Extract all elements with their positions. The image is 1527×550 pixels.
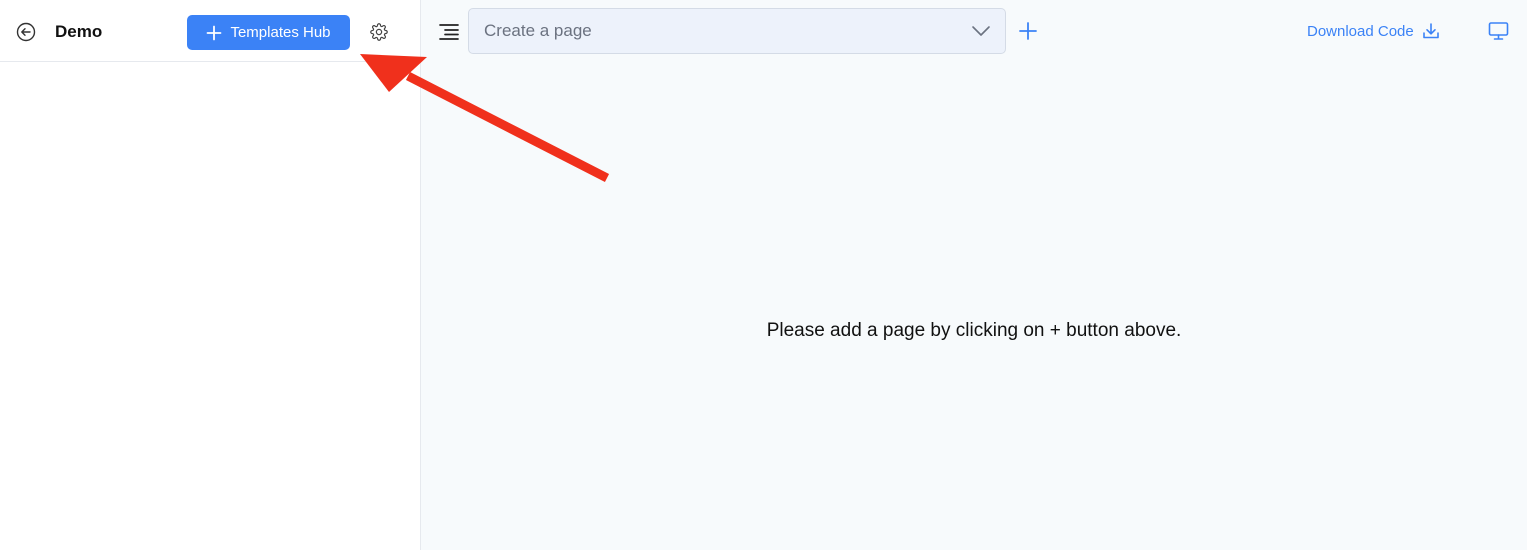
arrow-left-circle-icon — [16, 22, 36, 42]
settings-button[interactable] — [369, 22, 389, 42]
page-select[interactable]: Create a page — [468, 8, 1006, 54]
app-window: Demo Templates Hub Create a page Downloa… — [0, 0, 1527, 550]
preview-button[interactable] — [1487, 20, 1509, 42]
plus-icon — [206, 25, 222, 41]
add-page-button[interactable] — [1017, 20, 1039, 42]
download-code-button[interactable]: Download Code — [1307, 20, 1440, 42]
menu-button[interactable] — [438, 22, 460, 42]
templates-hub-label: Templates Hub — [230, 24, 331, 41]
project-name: Demo — [55, 22, 103, 41]
chevron-down-icon — [971, 25, 991, 37]
download-code-label: Download Code — [1307, 22, 1414, 40]
empty-state-message: Please add a page by clicking on + butto… — [766, 320, 1182, 341]
plus-icon — [1019, 22, 1037, 40]
templates-hub-button[interactable]: Templates Hub — [187, 15, 350, 50]
back-button[interactable] — [15, 21, 37, 43]
menu-lines-icon — [439, 24, 459, 40]
gear-icon — [370, 23, 388, 41]
monitor-icon — [1488, 22, 1508, 40]
sidebar: Demo Templates Hub — [0, 0, 421, 550]
download-icon — [1422, 23, 1439, 39]
page-select-placeholder: Create a page — [484, 21, 592, 40]
main-canvas: Create a page Download Code Please add a… — [421, 0, 1527, 550]
sidebar-header: Demo Templates Hub — [0, 0, 420, 62]
top-toolbar: Create a page Download Code — [421, 0, 1527, 62]
